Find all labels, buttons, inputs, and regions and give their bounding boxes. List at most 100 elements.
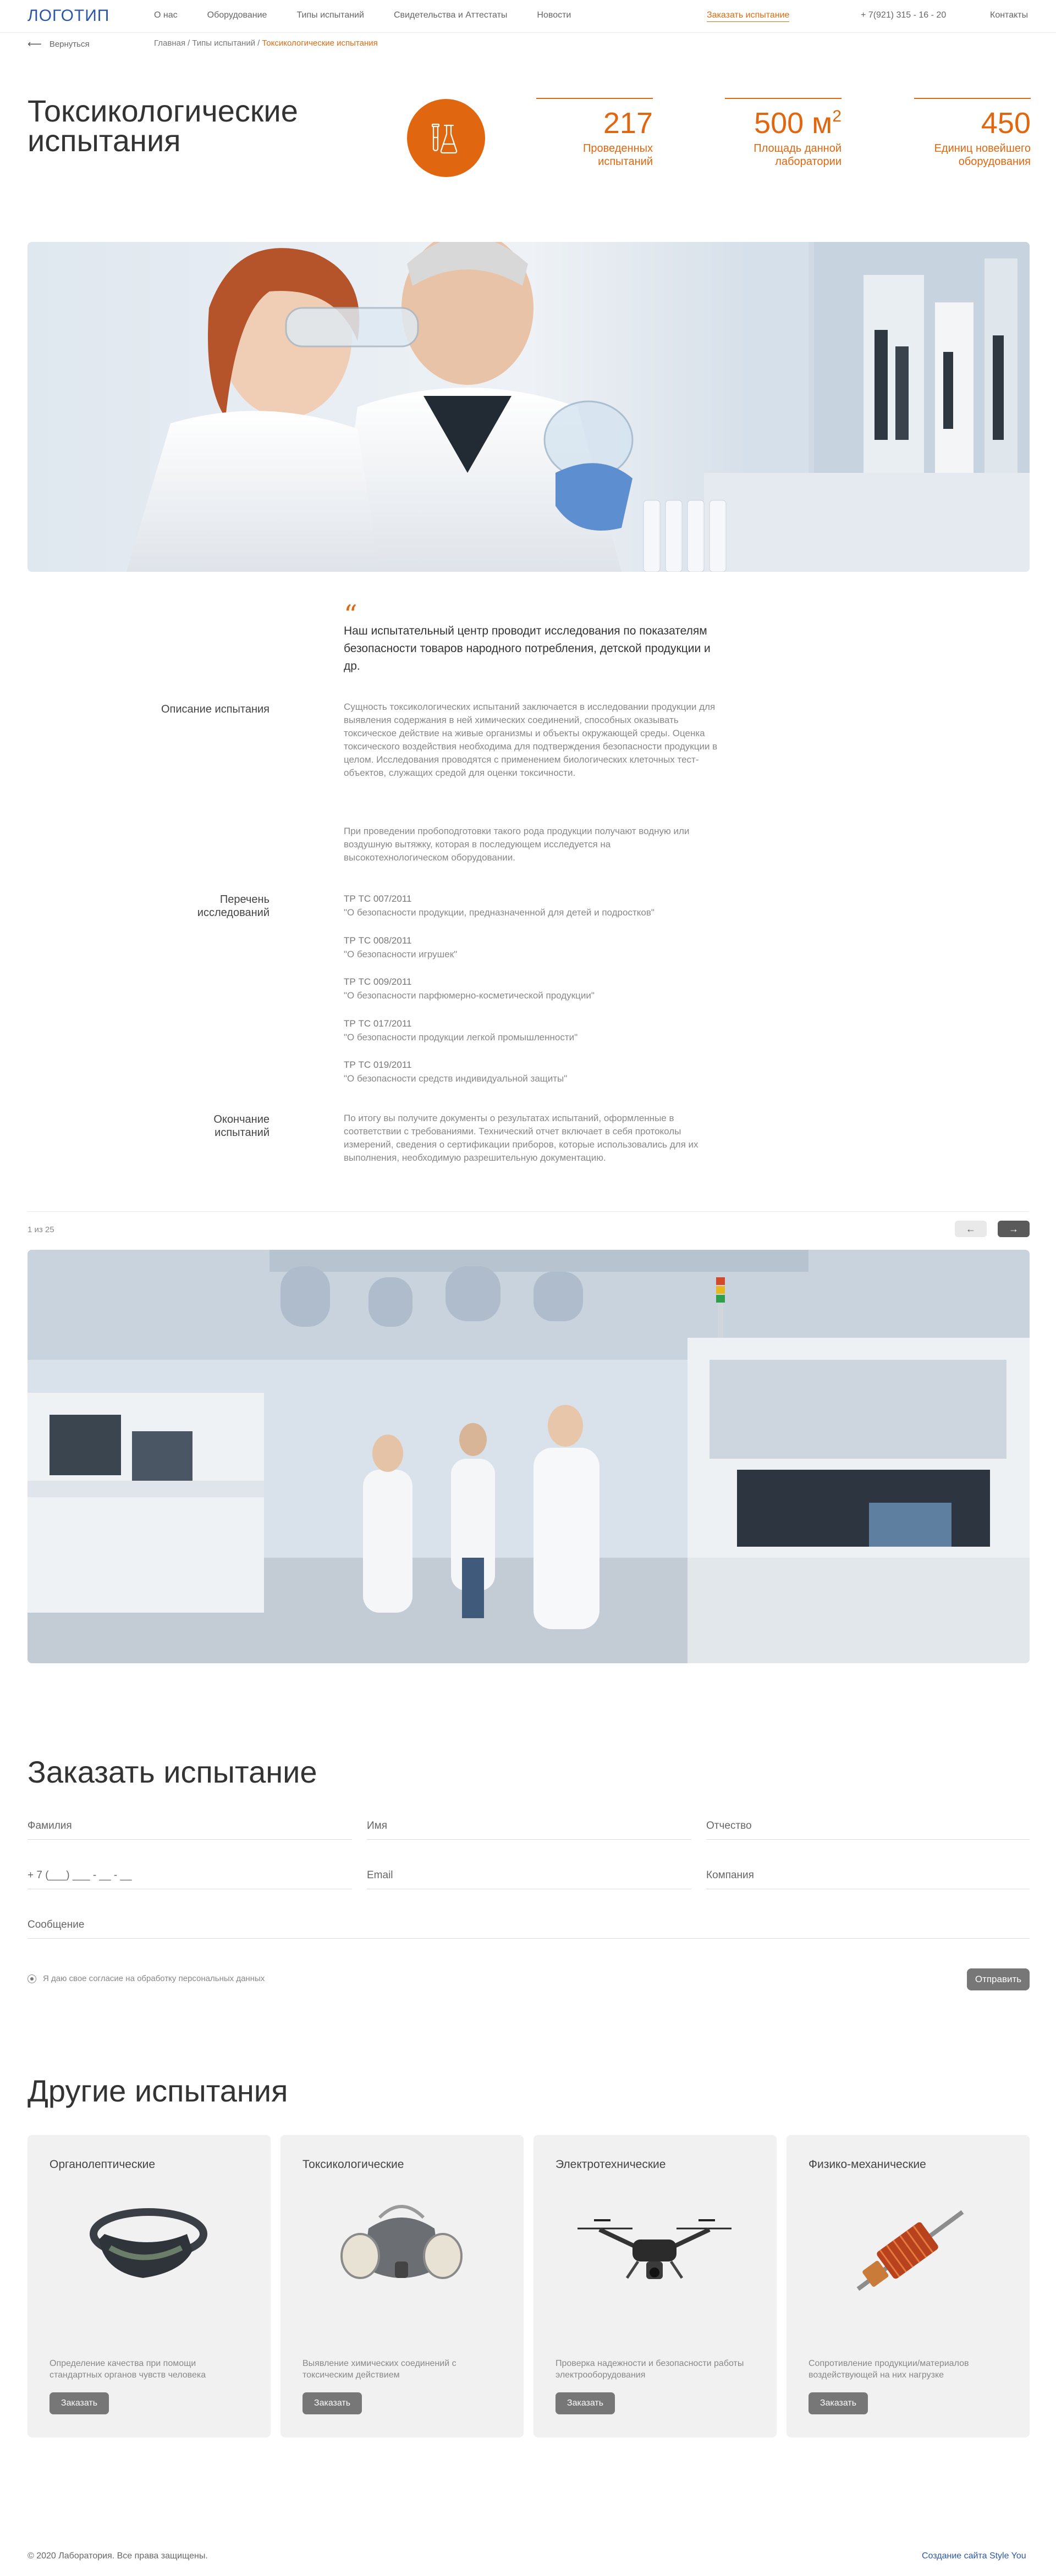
test-card-physical-mechanical[interactable]: Физико-механические Сопротивление продук… [787,2135,1030,2437]
card-description: Проверка надежности и безопасности работ… [556,2359,744,2380]
breadcrumb-current: Токсикологические испытания [262,38,378,48]
back-link[interactable]: ⟵ Вернуться [28,38,90,50]
card-title: Токсикологические [302,2158,404,2171]
developer-link[interactable]: Создание сайта Style You [922,2551,1026,2561]
phone-number[interactable]: + 7(921) 315 - 16 - 20 [861,10,946,20]
stat-equipment-units: 450 Единиц новейшего оборудования [914,98,1031,168]
patronymic-placeholder: Отчество [706,1820,752,1832]
surname-field[interactable]: Фамилия [28,1820,352,1840]
section-label-research-list: Перечень исследований [197,893,270,919]
nav-item-certificates[interactable]: Свидетельства и Аттестаты [394,10,507,20]
card-description: Сопротивление продукции/материалов возде… [809,2359,969,2380]
phone-field[interactable]: + 7 (___) ___ - __ - __ [28,1869,352,1889]
description-paragraph-1: Сущность токсикологических испытаний зак… [344,702,718,778]
patronymic-field[interactable]: Отчество [706,1820,1030,1840]
norm-title: "О безопасности парфюмерно-косметической… [344,990,595,1001]
breadcrumb-test-types[interactable]: Типы испытаний [192,38,255,48]
nav-item-about[interactable]: О нас [154,10,178,20]
norm-code: ТР ТС 007/2011 [344,893,412,904]
list-item: ТР ТС 008/2011 "О безопасности игрушек" [344,934,839,961]
card-order-button[interactable]: Заказать [50,2392,109,2414]
order-test-link[interactable]: Заказать испытание [707,10,790,22]
card-description: Определение качества при помощи стандарт… [50,2359,206,2380]
company-field[interactable]: Компания [706,1869,1030,1889]
norm-code: ТР ТС 019/2011 [344,1060,412,1070]
completion-text: По итогу вы получите документы о результ… [344,1113,698,1163]
arrow-left-icon: ⟵ [28,38,42,49]
card-title: Органолептические [50,2158,156,2171]
norm-code: ТР ТС 009/2011 [344,977,412,987]
stat-label: Площадь данной лаборатории [754,142,842,168]
card-title: Электротехнические [556,2158,666,2171]
norm-code: ТР ТС 017/2011 [344,1018,412,1029]
top-navigation-bar: ЛОГОТИП О нас Оборудование Типы испытани… [0,0,1056,33]
submit-button[interactable]: Отправить [967,1968,1030,1990]
logo[interactable]: ЛОГОТИП [28,7,109,25]
intro-lead-text: Наш испытательный центр проводит исследо… [344,625,711,672]
other-tests-title: Другие испытания [28,2073,288,2108]
company-placeholder: Компания [706,1869,754,1881]
test-card-organoleptic[interactable]: Органолептические Определение качества п… [28,2135,271,2437]
stat-label: Единиц новейшего оборудования [934,142,1031,168]
slider-prev-button[interactable]: ← [955,1221,987,1237]
email-field[interactable]: Email [367,1869,691,1889]
message-placeholder: Сообщение [28,1919,85,1930]
test-card-electrotechnical[interactable]: Электротехнические Проверка надежности и… [534,2135,777,2437]
phone-placeholder: + 7 (___) ___ - __ - __ [28,1869,132,1881]
list-item: ТР ТС 017/2011 "О безопасности продукции… [344,1017,839,1044]
respirator-mask-image [302,2196,502,2305]
norm-code: ТР ТС 008/2011 [344,935,412,946]
card-order-button[interactable]: Заказать [556,2392,615,2414]
nav-item-test-types[interactable]: Типы испытаний [296,10,364,20]
nav-item-news[interactable]: Новости [537,10,571,20]
name-field[interactable]: Имя [367,1820,691,1840]
card-title: Физико-механические [809,2158,926,2171]
flask-icon [407,99,485,177]
stat-lab-area: 500 м2 Площадь данной лаборатории [725,98,842,168]
back-label: Вернуться [49,40,90,49]
lab-scientists-photo [28,242,1030,572]
drone-image [556,2196,755,2305]
radio-icon[interactable] [28,1974,36,1983]
section-label-description: Описание испытания [161,703,270,715]
list-item: ТР ТС 019/2011 "О безопасности средств и… [344,1058,839,1085]
card-order-button[interactable]: Заказать [809,2392,868,2414]
list-item: ТР ТС 009/2011 "О безопасности парфюмерн… [344,975,839,1002]
norm-title: "О безопасности игрушек" [344,949,458,959]
slider-next-button[interactable]: → [998,1221,1030,1237]
laboratory-photo-slide [28,1250,1030,1663]
electric-motor-rotor-image [809,2196,1008,2305]
slide-counter: 1 из 25 [28,1225,54,1234]
consent-checkbox[interactable]: Я даю свое согласие на обработку персона… [28,1974,265,1983]
divider [28,1211,1028,1212]
stat-value: 450 [981,107,1031,140]
stat-value: 217 [603,107,653,140]
norm-title: "О безопасности средств индивидуальной з… [344,1073,568,1084]
stat-unit: 2 [832,107,842,125]
surname-placeholder: Фамилия [28,1820,72,1832]
description-paragraph-2: При проведении пробоподготовки такого ро… [344,826,690,863]
page-title: Токсикологические испытания [28,93,298,158]
order-form-title: Заказать испытание [28,1755,317,1789]
name-placeholder: Имя [367,1820,388,1832]
nav-item-equipment[interactable]: Оборудование [207,10,267,20]
norm-title: "О безопасности продукции, предназначенн… [344,907,654,918]
stat-label: Проведенных испытаний [583,142,653,168]
card-order-button[interactable]: Заказать [302,2392,362,2414]
copyright-text: © 2020 Лаборатория. Все права защищены. [28,2551,208,2561]
card-description: Выявление химических соединений с токсич… [302,2359,457,2380]
message-field[interactable]: Сообщение [28,1919,1030,1939]
breadcrumb-home[interactable]: Главная [154,38,185,48]
stat-value: 500 м [754,107,833,140]
stat-tests-count: 217 Проведенных испытаний [536,98,653,168]
section-label-completion: Окончание испытаний [213,1113,270,1139]
nav-item-contacts[interactable]: Контакты [990,10,1028,20]
breadcrumb: Главная / Типы испытаний / Токсикологические… [154,38,378,48]
main-menu: О нас Оборудование Типы испытаний Свидет… [154,10,601,20]
vr-headset-image [50,2196,249,2305]
list-item: ТР ТС 007/2011 "О безопасности продукции… [344,892,839,919]
email-placeholder: Email [367,1869,393,1881]
norm-title: "О безопасности продукции легкой промышл… [344,1032,578,1042]
consent-label: Я даю свое согласие на обработку персона… [43,1974,265,1983]
test-card-toxicological[interactable]: Токсикологические Выявление химических с… [280,2135,524,2437]
